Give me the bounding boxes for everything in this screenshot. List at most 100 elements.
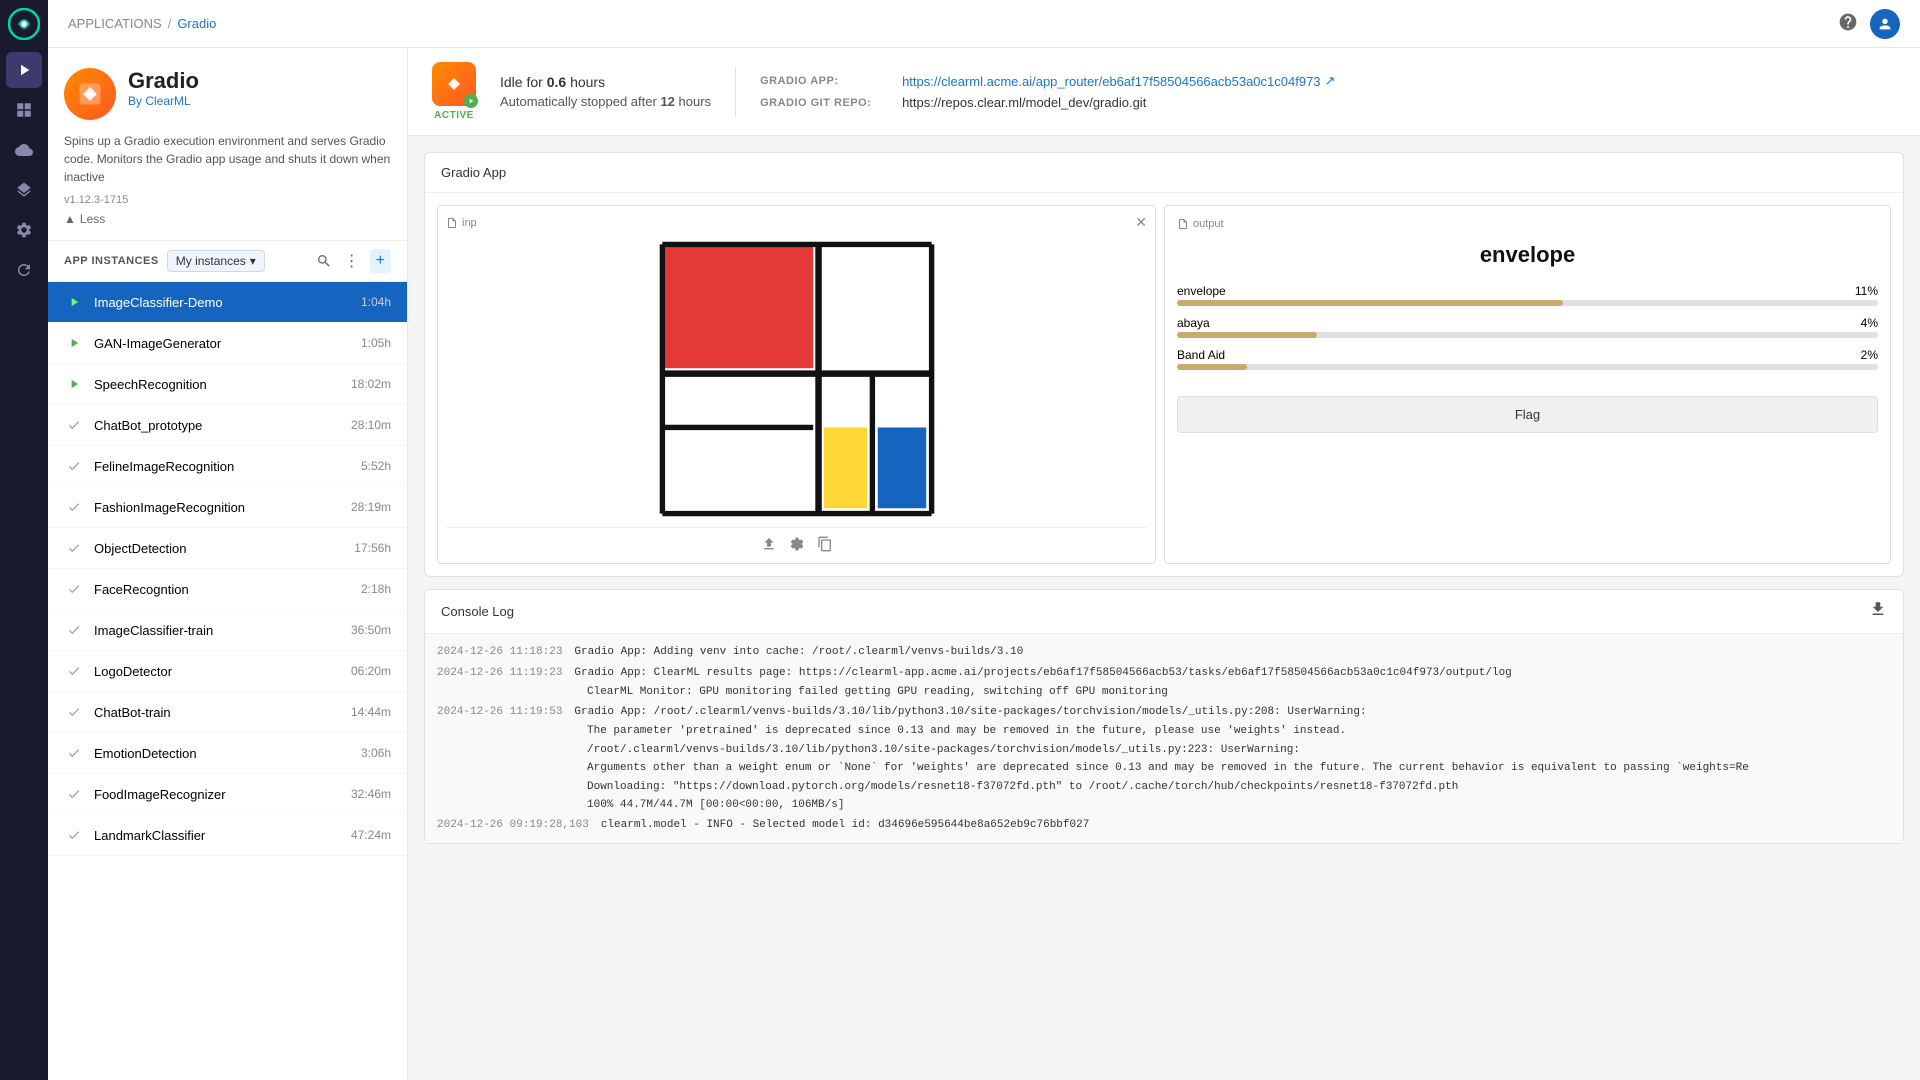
console-text: clearml.model - INFO - Selected model id… (601, 817, 1089, 834)
nav-icon-cloud[interactable] (6, 132, 42, 168)
console-body: 2024-12-26 11:18:23Gradio App: Adding ve… (425, 634, 1903, 843)
instance-time: 18:02m (351, 377, 391, 391)
gradio-status-icon (432, 62, 476, 106)
app-header: Gradio By ClearML (64, 68, 391, 120)
close-inp-button[interactable]: ✕ (1135, 214, 1147, 231)
main-area: APPLICATIONS / Gradio (48, 0, 1920, 1080)
instances-filter[interactable]: My instances ▾ (167, 250, 265, 272)
instance-time: 06:20m (351, 664, 391, 678)
console-text: Gradio App: Adding venv into cache: /roo… (574, 644, 1023, 661)
inp-footer (446, 527, 1147, 555)
instance-item[interactable]: ImageClassifier-Demo1:04h (48, 282, 407, 323)
nav-icon-layers[interactable] (6, 172, 42, 208)
content-area: Gradio By ClearML Spins up a Gradio exec… (48, 48, 1920, 1080)
instance-item[interactable]: LandmarkClassifier47:24m (48, 815, 407, 856)
add-instance-button[interactable]: + (370, 249, 391, 273)
bar-percent: 2% (1861, 348, 1878, 362)
instance-item[interactable]: ChatBot_prototype28:10m (48, 405, 407, 446)
console-line: 2024-12-26 09:19:28,103 clearml.model - I… (433, 815, 1895, 836)
less-button[interactable]: ▲ Less (64, 210, 105, 228)
output-bar-label-row: abaya 4% (1177, 316, 1878, 330)
search-instances-button[interactable] (314, 249, 334, 273)
instance-item[interactable]: FelineImageRecognition5:52h (48, 446, 407, 487)
active-badge: ACTIVE (434, 110, 474, 121)
instance-item[interactable]: FoodImageRecognizer32:46m (48, 774, 407, 815)
app-icon (64, 68, 116, 120)
status-info-grid: GRADIO APP: https://clearml.acme.ai/app_… (760, 73, 1335, 110)
external-link-icon: ↗ (1325, 73, 1336, 89)
instances-list: ImageClassifier-Demo1:04hGAN-ImageGenera… (48, 282, 407, 1080)
filter-label: My instances (176, 254, 246, 268)
instance-name: LogoDetector (94, 664, 351, 679)
gradio-git-url: https://repos.clear.ml/model_dev/gradio.… (902, 95, 1146, 110)
app-description: Spins up a Gradio execution environment … (64, 132, 391, 186)
console-text: Gradio App: /root/.clearml/venvs-builds/… (574, 704, 1366, 721)
instance-time: 2:18h (361, 582, 391, 596)
output-bar-fill (1177, 300, 1563, 306)
bar-label: Band Aid (1177, 348, 1225, 362)
instance-item[interactable]: ImageClassifier-train36:50m (48, 610, 407, 651)
settings-button[interactable] (789, 536, 805, 555)
instance-name: ImageClassifier-train (94, 623, 351, 638)
console-continuation-line: ClearML Monitor: GPU monitoring failed g… (433, 683, 1895, 702)
gradio-app-label: GRADIO APP: (760, 75, 890, 87)
console-title: Console Log (441, 604, 514, 619)
instance-time: 3:06h (361, 746, 391, 760)
app-logo[interactable] (8, 8, 40, 40)
app-panel: Gradio App inp ✕ (408, 136, 1920, 1080)
instance-name: ObjectDetection (94, 541, 354, 556)
output-bars: envelope 11% abaya 4% Band Aid 2% (1177, 284, 1878, 380)
console-timestamp: 2024-12-26 09:19:28,103 (437, 817, 589, 834)
instance-item[interactable]: ObjectDetection17:56h (48, 528, 407, 569)
instance-item[interactable]: LogoDetector06:20m (48, 651, 407, 692)
instance-status-icon (64, 579, 84, 599)
gradio-git-label: GRADIO GIT REPO: (760, 97, 890, 109)
instance-item[interactable]: SpeechRecognition18:02m (48, 364, 407, 405)
console-continuation-line: The parameter 'pretrained' is deprecated… (433, 722, 1895, 741)
console-continuation-line: Arguments other than a weight enum or `N… (433, 759, 1895, 778)
app-version: v1.12.3-1715 (64, 194, 391, 206)
inp-label: inp (446, 217, 477, 229)
upload-button[interactable] (761, 536, 777, 555)
user-avatar[interactable] (1870, 9, 1900, 39)
console-continuation-line: /root/.clearml/venvs-builds/3.10/lib/pyt… (433, 741, 1895, 760)
instance-time: 28:10m (351, 418, 391, 432)
status-divider (735, 67, 736, 117)
nav-icon-grid[interactable] (6, 92, 42, 128)
breadcrumb-parent[interactable]: APPLICATIONS (68, 16, 162, 31)
console-line: 2024-12-26 11:19:53Gradio App: /root/.cl… (433, 702, 1895, 723)
instance-name: ChatBot_prototype (94, 418, 351, 433)
instance-status-icon (64, 333, 84, 353)
instance-name: LandmarkClassifier (94, 828, 351, 843)
gradio-app-link[interactable]: https://clearml.acme.ai/app_router/eb6af… (902, 73, 1335, 89)
instance-item[interactable]: GAN-ImageGenerator1:05h (48, 323, 407, 364)
instance-item[interactable]: ChatBot-train14:44m (48, 692, 407, 733)
instance-time: 5:52h (361, 459, 391, 473)
console-section: Console Log 2024-12-26 11:18:23Gradio Ap… (424, 589, 1904, 844)
instance-time: 47:24m (351, 828, 391, 842)
more-options-button[interactable]: ⋮ (342, 249, 362, 273)
instance-status-icon (64, 415, 84, 435)
nav-icon-play[interactable] (6, 52, 42, 88)
instance-item[interactable]: FashionImageRecognition28:19m (48, 487, 407, 528)
console-line: 2024-12-26 11:18:23Gradio App: Adding ve… (433, 642, 1895, 663)
instance-name: EmotionDetection (94, 746, 361, 761)
instance-name: FashionImageRecognition (94, 500, 351, 515)
help-icon[interactable] (1838, 12, 1858, 35)
copy-button[interactable] (817, 536, 833, 555)
nav-icon-refresh[interactable] (6, 252, 42, 288)
instance-item[interactable]: FaceRecogntion2:18h (48, 569, 407, 610)
instance-status-icon (64, 620, 84, 640)
gradio-app-section: Gradio App inp ✕ (424, 152, 1904, 577)
console-line: 2024-12-26 11:19:23Gradio App: ClearML r… (433, 663, 1895, 684)
flag-button[interactable]: Flag (1177, 396, 1878, 433)
nav-icon-settings[interactable] (6, 212, 42, 248)
output-bar-fill (1177, 364, 1247, 370)
output-bar-fill (1177, 332, 1317, 338)
mondrian-artwork (446, 239, 1147, 519)
instance-name: FelineImageRecognition (94, 459, 361, 474)
download-console-button[interactable] (1869, 600, 1887, 623)
instance-name: ChatBot-train (94, 705, 351, 720)
instance-item[interactable]: EmotionDetection3:06h (48, 733, 407, 774)
breadcrumb-separator: / (168, 16, 172, 31)
